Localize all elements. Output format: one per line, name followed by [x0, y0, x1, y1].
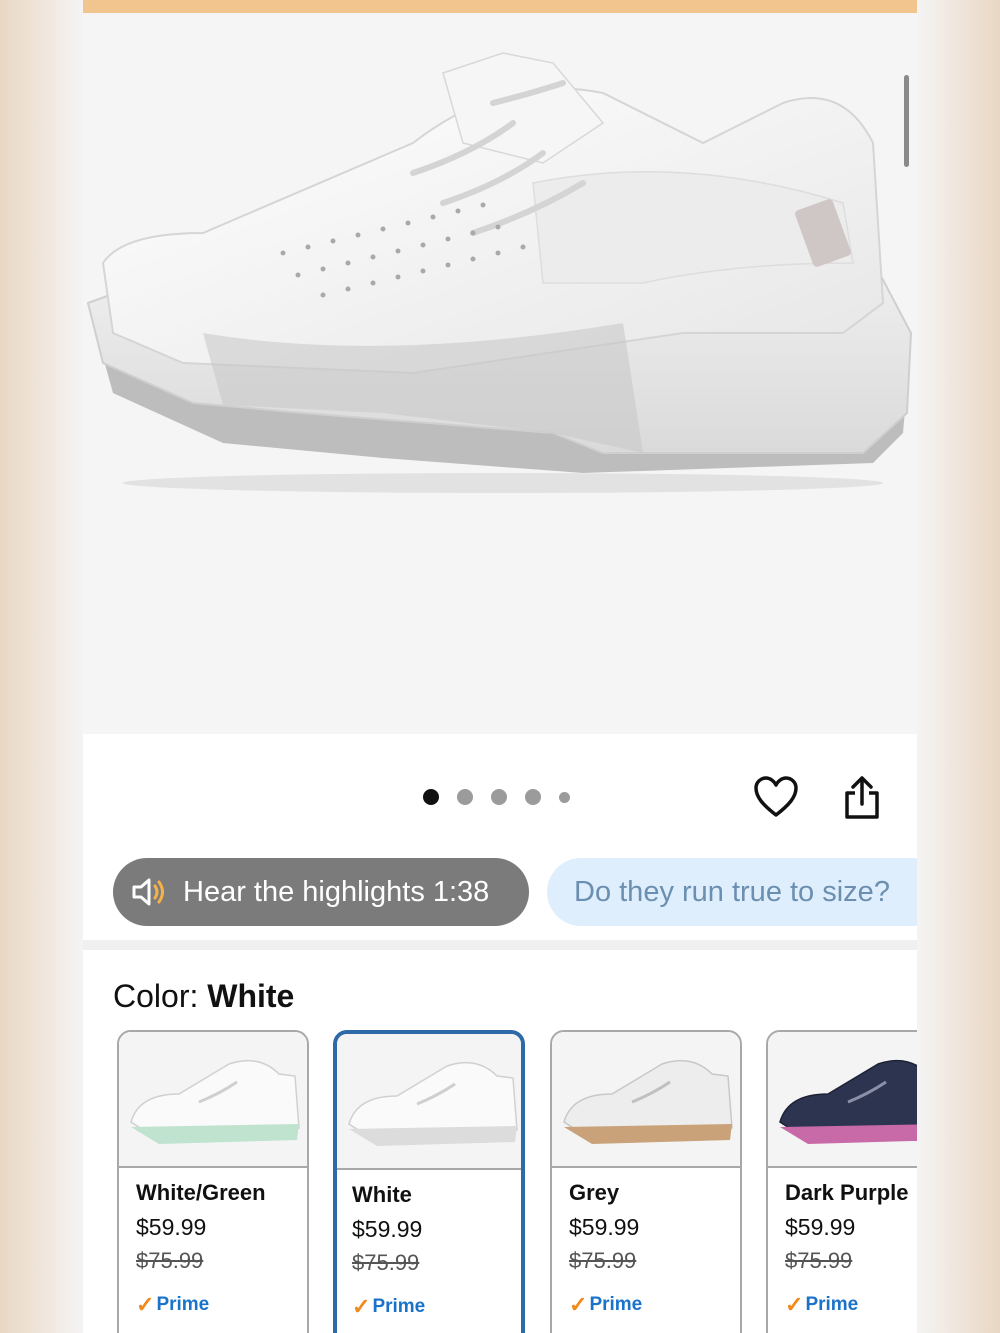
swatch-list-price: $75.99: [136, 1248, 204, 1273]
pagination-dot[interactable]: [525, 789, 541, 805]
prime-check-icon: ✓: [352, 1294, 371, 1319]
pagination-dot[interactable]: [457, 789, 473, 805]
swatch-price: $59.99: [569, 1214, 640, 1240]
swatch-shoe-image: [563, 1059, 733, 1144]
swatch-price: $59.99: [136, 1214, 207, 1240]
product-image-shoe: [86, 52, 913, 493]
swatch-shoe-image: [779, 1059, 917, 1144]
prime-check-icon: ✓: [136, 1292, 155, 1317]
swatch-shoe-image: [348, 1061, 518, 1146]
color-swatch-white[interactable]: White $59.99 $75.99 ✓ Prime: [333, 1030, 525, 1333]
product-image-gallery[interactable]: [83, 13, 917, 734]
size-question-chip[interactable]: Do they run true to size?: [547, 858, 917, 926]
top-banner: [83, 0, 917, 13]
prime-label: Prime: [372, 1296, 426, 1317]
swatch-image: [337, 1034, 521, 1170]
swatch-name: White/Green: [136, 1180, 266, 1205]
swatch-shoe-image: [130, 1059, 300, 1144]
favorite-button[interactable]: [751, 772, 801, 822]
pagination-dot[interactable]: [491, 789, 507, 805]
app-screen: Hear the highlights 1:38 Do they run tru…: [83, 0, 917, 1333]
swatch-image: [768, 1032, 917, 1168]
speaker-icon: [131, 877, 169, 907]
color-selection-label: Color: White: [113, 978, 294, 1015]
size-question-label: Do they run true to size?: [574, 875, 890, 908]
prime-label: Prime: [805, 1294, 859, 1315]
swatch-image: [119, 1032, 307, 1168]
swatch-name: White: [352, 1182, 412, 1207]
suggestion-chip-row: Hear the highlights 1:38 Do they run tru…: [83, 858, 917, 926]
swatch-list-price: $75.99: [569, 1248, 637, 1273]
prime-badge: ✓ Prime: [352, 1294, 425, 1320]
prime-badge: ✓ Prime: [569, 1292, 642, 1318]
swatch-image: [552, 1032, 740, 1168]
swatch-list-price: $75.99: [785, 1248, 853, 1273]
color-swatch-white-green[interactable]: White/Green $59.99 $75.99 ✓ Prime: [117, 1030, 309, 1333]
section-divider: [83, 940, 917, 950]
swatch-name: Dark Purple: [785, 1180, 909, 1205]
selected-color-name: White: [207, 978, 295, 1014]
color-label-prefix: Color:: [113, 978, 199, 1014]
swatch-price: $59.99: [785, 1214, 856, 1240]
prime-label: Prime: [589, 1294, 643, 1315]
pagination-dot[interactable]: [559, 791, 570, 803]
share-icon: [845, 776, 879, 819]
color-swatch-grey[interactable]: Grey $59.99 $75.99 ✓ Prime: [550, 1030, 742, 1333]
prime-badge: ✓ Prime: [785, 1292, 858, 1318]
heart-icon: [754, 776, 798, 817]
share-button[interactable]: [837, 772, 887, 822]
swatch-name: Grey: [569, 1180, 620, 1205]
prime-label: Prime: [156, 1294, 210, 1315]
hear-highlights-chip[interactable]: Hear the highlights 1:38: [113, 858, 529, 926]
color-swatch-dark-purple[interactable]: Dark Purple $59.99 $75.99 ✓ Prime: [766, 1030, 917, 1333]
prime-check-icon: ✓: [569, 1292, 588, 1317]
swatch-price: $59.99: [352, 1216, 423, 1242]
color-swatch-list[interactable]: White/Green $59.99 $75.99 ✓ Prime White $…: [117, 1030, 917, 1333]
prime-badge: ✓ Prime: [136, 1292, 209, 1318]
image-pagination-dots[interactable]: [423, 789, 570, 805]
pagination-dot-active[interactable]: [423, 789, 439, 805]
swatch-list-price: $75.99: [352, 1250, 420, 1275]
hear-highlights-label: Hear the highlights 1:38: [183, 875, 490, 908]
prime-check-icon: ✓: [785, 1292, 804, 1317]
image-scrollbar[interactable]: [904, 75, 909, 167]
